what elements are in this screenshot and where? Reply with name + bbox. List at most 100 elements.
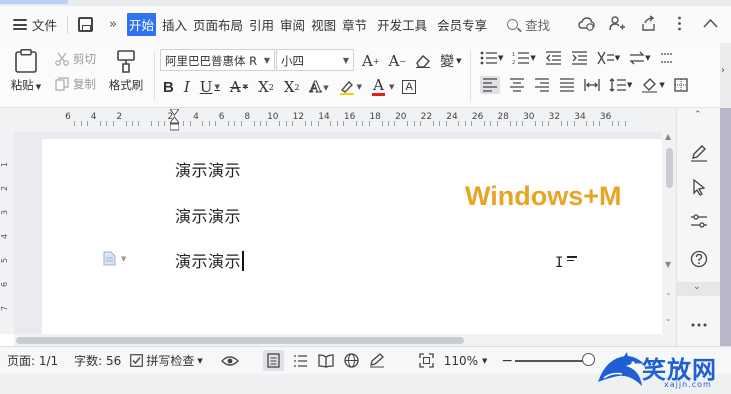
align-left-icon[interactable] [480,76,500,94]
bold-icon[interactable]: B [163,79,174,96]
chevron-up-icon[interactable]: ⌃ [694,110,702,120]
strikethrough-icon[interactable]: A ▼ [230,78,248,96]
document-page[interactable] [42,139,662,334]
clear-format-icon[interactable] [415,54,431,68]
indent-marker-icon[interactable] [170,109,179,131]
write-mode-icon[interactable] [369,353,385,368]
underline-icon[interactable]: U ▼ [200,78,220,96]
horizontal-scrollbar[interactable] [14,334,676,346]
font-family-select[interactable]: 阿里巴巴普惠体 R ▼ [160,49,275,71]
adjust-sliders-icon[interactable] [690,212,708,230]
cut-button[interactable]: 剪切 [55,51,96,67]
cloud-sync-icon[interactable] [578,15,595,32]
page-indicator[interactable]: 页面: 1/1 [7,352,58,369]
collapse-ribbon-icon[interactable] [702,15,719,32]
ruler-tick [260,121,261,126]
select-pointer-icon[interactable] [690,178,708,196]
spell-check-button[interactable]: 拼写检查 ▼ [130,352,203,369]
word-count[interactable]: 字数: 56 [74,352,121,369]
previous-page-icon[interactable]: ⌃ [665,292,672,301]
horizontal-scroll-thumb[interactable] [16,337,464,344]
document-paragraph[interactable]: 演示演示 [175,157,241,181]
page-view-icon[interactable] [262,350,284,371]
highlight-icon[interactable]: ▼ [339,79,362,95]
vertical-scrollbar[interactable]: ▲ ▼ ⌃ ⌄ [662,132,676,334]
more-options-icon[interactable] [671,15,688,32]
align-center-icon[interactable] [509,78,525,92]
show-marks-icon[interactable] [660,51,674,65]
font-size-select[interactable]: 小四 ▼ [276,49,354,71]
decrease-indent-icon[interactable] [545,51,562,65]
search-button[interactable]: 查找 [507,15,550,34]
share-icon[interactable] [640,15,657,32]
subscript-icon[interactable]: X2 [284,78,300,96]
active-window-tab-indicator [0,0,68,4]
text-cursor [242,251,244,271]
ruler-tick [240,121,242,126]
tab-view[interactable]: 视图 [311,15,336,34]
scroll-up-icon[interactable]: ▲ [665,132,671,141]
help-icon[interactable] [690,250,708,268]
line-spacing-icon[interactable]: ▼ [609,78,632,92]
distributed-align-icon[interactable] [584,78,600,92]
tab-review[interactable]: 审阅 [280,15,305,34]
tab-chapter[interactable]: 章节 [342,15,367,34]
superscript-icon[interactable]: X2 [258,78,274,96]
character-border-icon[interactable]: A [402,80,416,94]
zoom-slider-knob[interactable] [582,353,595,366]
shrink-font-icon[interactable]: A − [389,52,407,70]
save-icon[interactable] [78,17,94,32]
more-tools-icon[interactable] [690,322,708,328]
paragraph-handle[interactable]: ▼ [103,251,126,266]
shading-icon[interactable]: ▼ [641,77,665,93]
pinyin-guide-icon[interactable]: 變 ▼ [440,51,461,71]
fit-page-icon[interactable] [419,353,434,368]
chinese-layout-icon[interactable]: ▼ [597,51,620,65]
tab-page-layout[interactable]: 页面布局 [193,15,243,34]
format-painter-button[interactable]: 格式刷 [106,49,146,93]
web-layout-icon[interactable] [344,353,359,368]
format-painter-label: 格式刷 [108,78,144,92]
eye-protection-icon[interactable] [220,355,239,367]
increase-indent-icon[interactable] [571,51,588,65]
text-effect-icon[interactable]: A ▼ [309,78,329,97]
file-menu-button[interactable]: 文件 [13,15,57,34]
chevron-down-icon[interactable]: ▼ [482,357,487,365]
ruler-tick [516,121,517,126]
tab-references[interactable]: 引用 [249,15,274,34]
zoom-out-icon[interactable]: − [501,353,513,369]
scroll-down-icon[interactable]: ▼ [665,260,671,269]
ribbon-divider [154,51,155,101]
document-paragraph[interactable]: 演示演示 [175,203,241,227]
tab-member[interactable]: 会员专享 [437,15,487,34]
next-page-icon[interactable]: ⌄ [665,314,672,323]
tab-developer[interactable]: 开发工具 [377,15,427,34]
vertical-scroll-thumb[interactable] [666,148,673,188]
tab-home[interactable]: 开始 [126,13,156,36]
edit-pen-icon[interactable] [690,144,708,162]
ruler-label: 28 [497,112,509,122]
borders-icon[interactable] [674,78,688,92]
tab-insert[interactable]: 插入 [162,15,187,34]
ruler-tick [484,121,485,126]
italic-icon[interactable]: I [184,78,190,96]
grow-font-icon[interactable]: A + [362,52,380,70]
paste-button[interactable]: 粘贴 ▼ [8,49,44,93]
collaborate-icon[interactable] [609,15,626,32]
pane-collapse-button[interactable]: ⌄ [677,282,720,296]
document-paragraph-current[interactable]: 演示演示 [175,248,244,272]
ribbon-scroll-right[interactable]: › [720,43,731,108]
zoom-slider-track[interactable] [515,360,588,362]
chevron-right-icon: › [721,65,725,76]
text-direction-icon[interactable]: ▼ [629,51,651,65]
zoom-level[interactable]: 110% [444,354,478,368]
font-color-icon[interactable]: A [372,78,386,96]
reading-mode-icon[interactable] [318,353,334,368]
outline-view-icon[interactable] [293,354,308,368]
hamburger-icon [13,19,27,30]
numbered-list-icon[interactable]: 1 2 ▼ [512,51,535,65]
copy-button[interactable]: 复制 [55,76,96,92]
justify-icon[interactable] [559,78,575,92]
bullet-list-icon[interactable]: ▼ [480,51,503,65]
align-right-icon[interactable] [534,78,550,92]
